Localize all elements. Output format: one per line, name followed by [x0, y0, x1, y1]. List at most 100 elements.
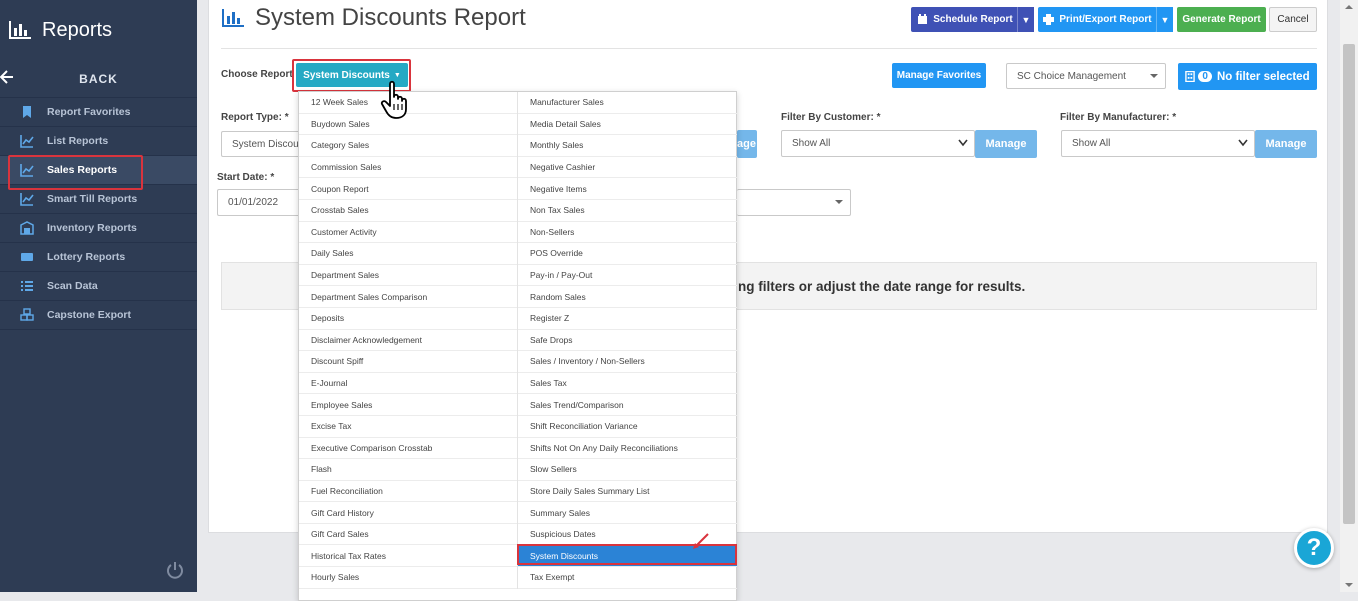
print-export-button[interactable]: Print/Export Report [1038, 7, 1157, 32]
report-option[interactable]: Customer Activity [299, 222, 517, 244]
sidebar-item-inventory-reports[interactable]: Inventory Reports [0, 214, 197, 243]
store-select[interactable]: SC Choice Management [1006, 63, 1166, 89]
report-option[interactable]: Media Detail Sales [518, 114, 737, 136]
line-chart-icon [20, 164, 34, 177]
report-option[interactable]: Tax Exempt [518, 567, 737, 589]
sidebar-item-label: Capstone Export [47, 309, 132, 321]
report-option[interactable]: Non-Sellers [518, 222, 737, 244]
report-option[interactable]: Negative Items [518, 178, 737, 200]
report-option[interactable]: Sales Tax [518, 373, 737, 395]
warehouse-icon [20, 221, 34, 235]
annotation-arrow-icon [693, 533, 709, 549]
sidebar-item-capstone-export[interactable]: Capstone Export [0, 301, 197, 330]
report-option[interactable]: Sales / Inventory / Non-Sellers [518, 351, 737, 373]
report-option[interactable]: Summary Sales [518, 502, 737, 524]
sidebar-item-sales-reports[interactable]: Sales Reports [0, 155, 197, 190]
report-option[interactable]: Slow Sellers [518, 459, 737, 481]
report-option[interactable]: Employee Sales [299, 394, 517, 416]
cancel-button[interactable]: Cancel [1269, 7, 1317, 32]
report-option[interactable]: Category Sales [299, 135, 517, 157]
report-option[interactable]: Gift Card Sales [299, 524, 517, 546]
report-option[interactable]: Fuel Reconciliation [299, 481, 517, 503]
customer-filter-label: Filter By Customer: * [781, 112, 881, 123]
report-option[interactable]: Shift Reconciliation Variance [518, 416, 737, 438]
manufacturer-manage-button[interactable]: Manage [1255, 130, 1317, 158]
report-option[interactable]: Coupon Report [299, 178, 517, 200]
report-type-value: System Discou [232, 138, 299, 150]
report-option[interactable]: Flash [299, 459, 517, 481]
manage-label: Manage [985, 138, 1027, 150]
bookmark-icon [23, 106, 31, 118]
power-icon[interactable] [166, 561, 184, 579]
date-range-select[interactable] [737, 189, 851, 216]
report-option[interactable]: Non Tax Sales [518, 200, 737, 222]
sidebar-item-label: Sales Reports [47, 164, 118, 176]
title-divider [221, 48, 1317, 49]
page-scrollbar[interactable] [1340, 0, 1358, 592]
sidebar-item-list-reports[interactable]: List Reports [0, 127, 197, 156]
report-type-manage-button[interactable]: age [737, 130, 757, 158]
sidebar-item-report-favorites[interactable]: Report Favorites [0, 98, 197, 127]
report-option[interactable]: Hourly Sales [299, 567, 517, 589]
start-date-value: 01/01/2022 [228, 197, 279, 208]
report-option[interactable]: Manufacturer Sales [518, 92, 737, 114]
list-icon [21, 281, 33, 291]
report-option[interactable]: Crosstab Sales [299, 200, 517, 222]
report-option[interactable]: Deposits [299, 308, 517, 330]
filter-summary-label: No filter selected [1216, 70, 1310, 83]
report-option[interactable]: Commission Sales [299, 157, 517, 179]
sidebar-item-lottery-reports[interactable]: Lottery Reports [0, 243, 197, 272]
scroll-down-icon[interactable] [1344, 581, 1354, 589]
report-option[interactable]: Gift Card History [299, 502, 517, 524]
filter-summary-button[interactable]: 0 No filter selected [1178, 63, 1317, 90]
report-option[interactable]: Store Daily Sales Summary List [518, 481, 737, 503]
report-option[interactable]: Register Z [518, 308, 737, 330]
start-date-label: Start Date: * [217, 172, 275, 183]
print-dropdown-toggle[interactable]: ▼ [1156, 7, 1173, 32]
report-option[interactable]: Disclaimer Acknowledgement [299, 330, 517, 352]
report-option[interactable]: Department Sales Comparison [299, 286, 517, 308]
manage-favorites-button[interactable]: Manage Favorites [892, 63, 986, 88]
sidebar-item-smart-till-reports[interactable]: Smart Till Reports [0, 185, 197, 214]
report-option[interactable]: Discount Spiff [299, 351, 517, 373]
schedule-dropdown-toggle[interactable]: ▼ [1017, 7, 1034, 32]
report-option[interactable]: POS Override [518, 243, 737, 265]
report-option[interactable]: Sales Trend/Comparison [518, 394, 737, 416]
report-option[interactable]: Negative Cashier [518, 157, 737, 179]
report-option[interactable]: Daily Sales [299, 243, 517, 265]
chevron-down-icon [1150, 74, 1158, 78]
report-option[interactable]: Department Sales [299, 265, 517, 287]
report-option[interactable]: Excise Tax [299, 416, 517, 438]
start-date-input[interactable]: 01/01/2022 [217, 189, 307, 216]
hand-cursor-icon [380, 80, 407, 119]
sidebar-item-label: Inventory Reports [47, 222, 137, 234]
manufacturer-filter-select[interactable]: Show All [1061, 130, 1255, 157]
generate-report-button[interactable]: Generate Report [1177, 7, 1266, 32]
report-option[interactable]: Random Sales [518, 286, 737, 308]
report-option[interactable]: E-Journal [299, 373, 517, 395]
calendar-icon [918, 14, 928, 24]
schedule-report-label: Schedule Report [933, 14, 1013, 25]
report-option[interactable]: Executive Comparison Crosstab [299, 438, 517, 460]
report-option[interactable]: Safe Drops [518, 330, 737, 352]
arrow-left-icon [0, 70, 13, 84]
schedule-report-button[interactable]: Schedule Report [911, 7, 1019, 32]
back-button[interactable]: BACK [0, 60, 197, 98]
report-option[interactable]: Monthly Sales [518, 135, 737, 157]
customer-filter-select[interactable]: Show All [781, 130, 975, 157]
report-option[interactable]: Historical Tax Rates [299, 545, 517, 568]
customer-manage-button[interactable]: Manage [975, 130, 1037, 158]
chevron-down-icon [835, 200, 843, 204]
help-button[interactable]: ? [1294, 528, 1334, 568]
page-title-text: System Discounts Report [255, 4, 526, 31]
scroll-up-icon[interactable] [1344, 3, 1354, 11]
filter-count-badge: 0 [1198, 71, 1212, 82]
report-option[interactable]: Pay-in / Pay-Out [518, 265, 737, 287]
sidebar-item-label: Smart Till Reports [47, 193, 138, 205]
scroll-thumb[interactable] [1343, 44, 1355, 524]
generate-report-label: Generate Report [1182, 14, 1261, 25]
sidebar: Reports BACK Report Favorites List Repor… [0, 0, 197, 592]
sidebar-item-scan-data[interactable]: Scan Data [0, 272, 197, 301]
page-title: System Discounts Report [221, 4, 526, 32]
report-option[interactable]: Shifts Not On Any Daily Reconciliations [518, 438, 737, 460]
